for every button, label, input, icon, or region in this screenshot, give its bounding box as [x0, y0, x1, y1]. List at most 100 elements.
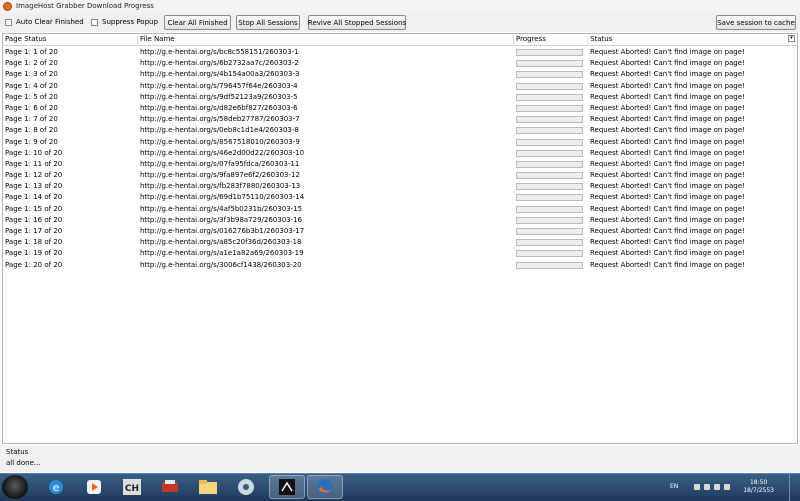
page-status-cell: Page 1: 14 of 20 — [5, 193, 63, 202]
file-name-cell: http://g.e-hentai.org/s/58deb27787/26030… — [140, 115, 300, 124]
table-row[interactable]: Page 1: 12 of 20 http://g.e-hentai.org/s/… — [3, 170, 797, 181]
page-status-cell: Page 1: 9 of 20 — [5, 137, 58, 146]
status-cell: Request Aborted! Can't find image on pag… — [590, 148, 745, 157]
page-status-cell: Page 1: 6 of 20 — [5, 103, 58, 112]
status-message: all done... — [6, 459, 41, 467]
table-row[interactable]: Page 1: 13 of 20 http://g.e-hentai.org/s/… — [3, 181, 797, 192]
progress-bar — [516, 127, 583, 135]
page-status-cell: Page 1: 20 of 20 — [5, 260, 63, 269]
status-cell: Request Aborted! Can't find image on pag… — [590, 182, 745, 191]
table-row[interactable]: Page 1: 8 of 20 http://g.e-hentai.org/s/0… — [3, 125, 797, 136]
column-header-page-status[interactable]: Page Status — [3, 35, 138, 45]
status-cell: Request Aborted! Can't find image on pag… — [590, 81, 745, 90]
clear-all-finished-button[interactable]: Clear All Finished — [164, 15, 231, 30]
clock[interactable]: 18:50 18/7/2553 — [743, 479, 774, 495]
progress-bar — [516, 183, 583, 191]
file-name-cell: http://g.e-hentai.org/s/0eb8c1d1e4/26030… — [140, 126, 299, 135]
table-row[interactable]: Page 1: 18 of 20 http://g.e-hentai.org/s/… — [3, 237, 797, 248]
table-row[interactable]: Page 1: 2 of 20 http://g.e-hentai.org/s/6… — [3, 58, 797, 69]
status-cell: Request Aborted! Can't find image on pag… — [590, 193, 745, 202]
page-status-cell: Page 1: 16 of 20 — [5, 215, 63, 224]
table-row[interactable]: Page 1: 7 of 20 http://g.e-hentai.org/s/5… — [3, 114, 797, 125]
status-cell: Request Aborted! Can't find image on pag… — [590, 159, 745, 168]
file-name-cell: http://g.e-hentai.org/s/3f3b98a729/26030… — [140, 215, 303, 224]
file-name-cell: http://g.e-hentai.org/s/a85c20f36d/26030… — [140, 238, 302, 247]
mouse-app-icon[interactable] — [269, 475, 305, 499]
windows-start-orb[interactable] — [2, 475, 28, 499]
show-desktop-button[interactable] — [789, 474, 800, 501]
car-app-icon[interactable] — [152, 475, 188, 499]
progress-bar — [516, 49, 583, 56]
table-row[interactable]: Page 1: 3 of 20 http://g.e-hentai.org/s/4… — [3, 69, 797, 80]
progress-bar — [516, 172, 583, 180]
progress-bar — [516, 138, 583, 146]
progress-bar — [516, 104, 583, 112]
file-explorer-icon[interactable] — [190, 475, 226, 499]
table-row[interactable]: Page 1: 9 of 20 http://g.e-hentai.org/s/8… — [3, 137, 797, 148]
suppress-popup-checkbox[interactable]: Suppress Popup — [91, 18, 158, 26]
table-row[interactable]: Page 1: 14 of 20 http://g.e-hentai.org/s/… — [3, 192, 797, 203]
media-player-icon[interactable] — [76, 475, 112, 499]
suppress-popup-label: Suppress Popup — [102, 18, 158, 26]
progress-bar — [516, 160, 583, 168]
table-body: Page 1: 1 of 20 http://g.e-hentai.org/s/b… — [3, 47, 797, 271]
checkbox-box[interactable] — [5, 18, 12, 26]
tray-network-icon[interactable] — [704, 484, 710, 490]
file-name-cell: http://g.e-hentai.org/s/9df52123a9/26030… — [140, 92, 298, 101]
progress-bar — [516, 116, 583, 124]
page-status-cell: Page 1: 7 of 20 — [5, 115, 58, 124]
column-header-file-name[interactable]: File Name — [138, 35, 514, 45]
tray-help-icon[interactable] — [694, 484, 700, 490]
tray-flag-icon[interactable] — [714, 484, 720, 490]
status-cell: Request Aborted! Can't find image on pag… — [590, 48, 745, 56]
file-name-cell: http://g.e-hentai.org/s/796457f64e/26030… — [140, 81, 298, 90]
table-row[interactable]: Page 1: 10 of 20 http://g.e-hentai.org/s/… — [3, 148, 797, 159]
page-status-cell: Page 1: 2 of 20 — [5, 59, 58, 68]
progress-bar — [516, 194, 583, 202]
table-row[interactable]: Page 1: 11 of 20 http://g.e-hentai.org/s/… — [3, 159, 797, 170]
column-picker-icon[interactable]: ▾ — [788, 35, 795, 42]
svg-text:CH: CH — [125, 484, 139, 494]
page-status-cell: Page 1: 8 of 20 — [5, 126, 58, 135]
column-header-progress[interactable]: Progress — [514, 35, 588, 45]
table-row[interactable]: Page 1: 19 of 20 http://g.e-hentai.org/s/… — [3, 248, 797, 259]
column-header-status[interactable]: Status — [588, 35, 788, 45]
table-row[interactable]: Page 1: 6 of 20 http://g.e-hentai.org/s/d… — [3, 103, 797, 114]
status-cell: Request Aborted! Can't find image on pag… — [590, 137, 745, 146]
progress-bar — [516, 93, 583, 101]
file-name-cell: http://g.e-hentai.org/s/07fa95fdca/26030… — [140, 159, 300, 168]
auto-clear-label: Auto Clear Finished — [16, 18, 84, 26]
status-cell: Request Aborted! Can't find image on pag… — [590, 126, 745, 135]
table-row[interactable]: Page 1: 1 of 20 http://g.e-hentai.org/s/b… — [3, 47, 797, 58]
file-name-cell: http://g.e-hentai.org/s/3006cf1438/26030… — [140, 260, 302, 269]
language-indicator[interactable]: EN — [670, 483, 678, 490]
checkbox-box[interactable] — [91, 18, 98, 26]
table-row[interactable]: Page 1: 5 of 20 http://g.e-hentai.org/s/9… — [3, 92, 797, 103]
progress-bar — [516, 60, 583, 68]
file-name-cell: http://g.e-hentai.org/s/fb283f7880/26030… — [140, 182, 301, 191]
tray-volume-icon[interactable] — [724, 484, 730, 490]
stop-all-sessions-button[interactable]: Stop All Sessions — [236, 15, 300, 30]
progress-bar — [516, 205, 583, 213]
file-name-cell: http://g.e-hentai.org/s/9fa897e6f2/26030… — [140, 171, 300, 180]
file-name-cell: http://g.e-hentai.org/s/bc8c558151/26030… — [140, 48, 299, 56]
table-row[interactable]: Page 1: 16 of 20 http://g.e-hentai.org/s/… — [3, 215, 797, 226]
save-session-cache-button[interactable]: Save session to cache — [716, 15, 796, 30]
ch-app-icon[interactable]: CH — [114, 475, 150, 499]
progress-bar — [516, 216, 583, 224]
file-name-cell: http://g.e-hentai.org/s/8567518010/26030… — [140, 137, 300, 146]
revive-stopped-sessions-button[interactable]: Revive All Stopped Sessions — [308, 15, 406, 30]
table-row[interactable]: Page 1: 20 of 20 http://g.e-hentai.org/s/… — [3, 260, 797, 271]
daemon-tools-icon[interactable] — [228, 475, 264, 499]
download-table: Page Status File Name Progress Status ▾ … — [2, 33, 798, 444]
page-status-cell: Page 1: 19 of 20 — [5, 249, 63, 258]
table-row[interactable]: Page 1: 17 of 20 http://g.e-hentai.org/s/… — [3, 226, 797, 237]
page-status-cell: Page 1: 3 of 20 — [5, 70, 58, 79]
auto-clear-checkbox[interactable]: Auto Clear Finished — [5, 18, 84, 26]
table-row[interactable]: Page 1: 4 of 20 http://g.e-hentai.org/s/7… — [3, 81, 797, 92]
file-name-cell: http://g.e-hentai.org/s/d82e6bf827/26030… — [140, 103, 298, 112]
firefox-icon[interactable] — [307, 475, 343, 499]
table-row[interactable]: Page 1: 15 of 20 http://g.e-hentai.org/s/… — [3, 204, 797, 215]
internet-explorer-icon[interactable]: e — [38, 475, 74, 499]
status-panel: Status all done... — [0, 445, 800, 472]
